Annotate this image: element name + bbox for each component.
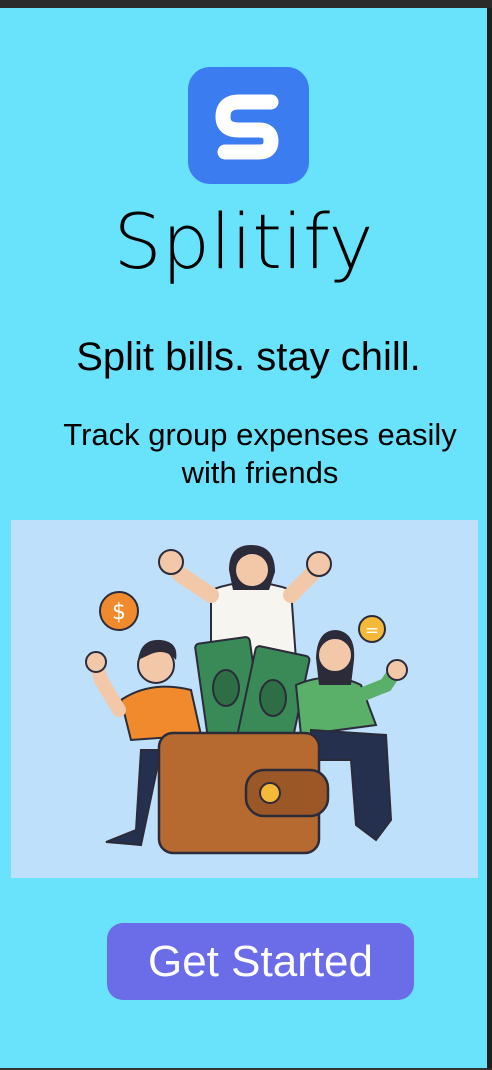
get-started-button[interactable]: Get Started: [107, 923, 414, 1000]
tagline: Split bills. stay chill.: [76, 335, 421, 379]
onboarding-screen: Splitify Split bills. stay chill. Track …: [0, 8, 487, 1070]
equals-coin-icon: =: [358, 615, 386, 643]
logo-s-icon: [215, 94, 278, 159]
wallet-icon: [157, 731, 330, 855]
dollar-coin-icon: $: [99, 591, 139, 631]
app-title: Splitify: [113, 197, 374, 286]
hero-illustration: $ =: [11, 520, 478, 878]
right-edge-divider: [487, 8, 492, 1068]
svg-text:=: =: [365, 621, 379, 641]
svg-text:$: $: [112, 600, 126, 625]
app-logo: [188, 67, 309, 184]
friends-wallet-illustration: $ =: [85, 545, 408, 855]
subtitle: Track group expenses easily with friends: [63, 417, 457, 490]
